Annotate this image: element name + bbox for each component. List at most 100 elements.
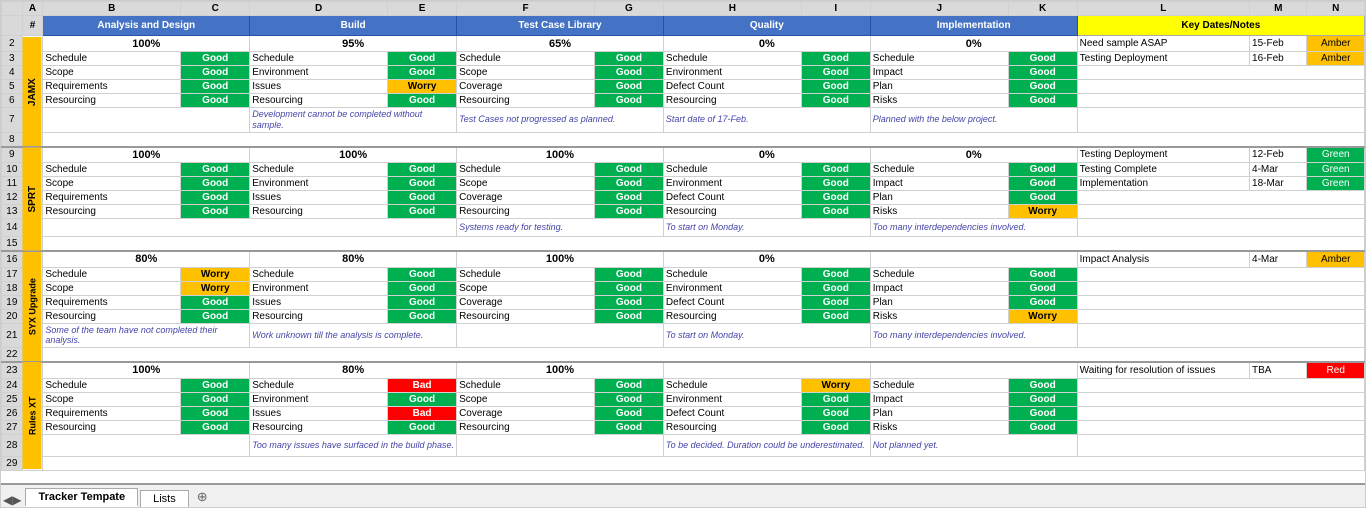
row-1-num (2, 16, 23, 36)
rules-r24-qual-label: Schedule (663, 378, 801, 392)
jamx-r3-impl-status: Good (1008, 52, 1077, 66)
rules-empty-26 (1077, 406, 1364, 420)
header-hash: # (22, 16, 43, 36)
sprt-r11-tcl-label: Scope (457, 177, 595, 191)
sprt-pct-impl: 0% (870, 147, 1077, 163)
rules-r25-tcl-label: Scope (457, 392, 595, 406)
sprt-r11-tcl-status: Good (594, 177, 663, 191)
sprt-r13-build-status: Good (388, 205, 457, 219)
jamx-pct-tcl: 65% (457, 36, 664, 52)
rules-r27-build-status: Good (388, 420, 457, 434)
row-24-num: 24 (2, 378, 23, 392)
sprt-empty-14b (1077, 219, 1364, 237)
rules-r26-tcl-label: Coverage (457, 406, 595, 420)
row-13-num: 13 (2, 205, 23, 219)
sprt-pct-tcl: 100% (457, 147, 664, 163)
sprt-pct-build: 100% (250, 147, 457, 163)
rules-r25-qual-label: Environment (663, 392, 801, 406)
syx-pct-impl (870, 251, 1077, 267)
rules-r26-build-label: Issues (250, 406, 388, 420)
spreadsheet-container: A B C D E F G H I J K L M N (0, 0, 1366, 508)
tab-tracker[interactable]: Tracker Tempate (25, 488, 138, 507)
syx-r20-tcl-status: Good (594, 309, 663, 323)
sprt-r12-qual-label: Defect Count (663, 191, 801, 205)
sprt-r10-ad-status: Good (181, 163, 250, 177)
sprt-date-3: 18-Mar (1250, 177, 1307, 191)
sprt-r12-impl-label: Plan (870, 191, 1008, 205)
row-6-num: 6 (2, 94, 23, 108)
row-7-num: 7 (2, 108, 23, 133)
tab-add-button[interactable]: ⊕ (191, 487, 214, 507)
header-impl: Implementation (870, 16, 1077, 36)
col-i: I (801, 2, 870, 16)
row-11-num: 11 (2, 177, 23, 191)
rules-empty-25 (1077, 392, 1364, 406)
sprt-r10-impl-status: Good (1008, 163, 1077, 177)
row-8-num: 8 (2, 132, 23, 147)
syx-r20-qual-label: Resourcing (663, 309, 801, 323)
jamx-pct-ad: 100% (43, 36, 250, 52)
rules-empty-28b (457, 434, 664, 456)
jamx-r6-impl-label: Risks (870, 94, 1008, 108)
syx-empty-19 (1077, 295, 1364, 309)
rules-note-impl: Not planned yet. (870, 434, 1077, 456)
jamx-r5-qual-label: Defect Count (663, 80, 801, 94)
tab-lists[interactable]: Lists (140, 490, 189, 507)
rules-note-1: Waiting for resolution of issues (1077, 362, 1249, 378)
rules-empty-27 (1077, 420, 1364, 434)
syx-note-qual: To start on Monday. (663, 323, 870, 348)
syx-empty-17 (1077, 267, 1364, 281)
sprt-note-1: Testing Deployment (1077, 147, 1249, 163)
syx-empty-18 (1077, 281, 1364, 295)
tab-scroll-left[interactable]: ◀ (3, 493, 12, 507)
rules-r27-qual-label: Resourcing (663, 420, 801, 434)
jamx-note-2: Testing Deployment (1077, 52, 1249, 66)
sprt-empty-13 (1077, 205, 1364, 219)
sprt-status-3: Green (1307, 177, 1365, 191)
rules-pct-qual (663, 362, 870, 378)
syx-r20-tcl-label: Resourcing (457, 309, 595, 323)
jamx-r4-ad-status: Good (181, 66, 250, 80)
syx-r19-ad-label: Requirements (43, 295, 181, 309)
col-f: F (457, 2, 595, 16)
row-16-num: 16 (2, 251, 23, 267)
row-9-num: 9 (2, 147, 23, 163)
jamx-empty-7 (1077, 108, 1364, 133)
rules-pct-tcl: 100% (457, 362, 664, 378)
syx-r17-impl-label: Schedule (870, 267, 1008, 281)
rules-r27-ad-status: Good (181, 420, 250, 434)
jamx-r6-build-label: Resourcing (250, 94, 388, 108)
syx-r17-ad-label: Schedule (43, 267, 181, 281)
col-d: D (250, 2, 388, 16)
rules-r26-tcl-status: Good (594, 406, 663, 420)
row-4-num: 4 (2, 66, 23, 80)
sprt-note-qual: To start on Monday. (663, 219, 870, 237)
jamx-r3-impl-label: Schedule (870, 52, 1008, 66)
sprt-r11-qual-label: Environment (663, 177, 801, 191)
scroll-area[interactable]: A B C D E F G H I J K L M N (1, 1, 1365, 483)
jamx-r3-build-status: Good (388, 52, 457, 66)
syx-r20-impl-status: Worry (1008, 309, 1077, 323)
jamx-note-4 (1077, 80, 1364, 94)
syx-date-1: 4-Mar (1250, 251, 1307, 267)
jamx-r4-impl-label: Impact (870, 66, 1008, 80)
jamx-r3-tcl-status: Good (594, 52, 663, 66)
jamx-r5-ad-status: Good (181, 80, 250, 94)
rules-empty-24 (1077, 378, 1364, 392)
syx-r18-tcl-label: Scope (457, 281, 595, 295)
sprt-r10-tcl-status: Good (594, 163, 663, 177)
sprt-r13-impl-status: Worry (1008, 205, 1077, 219)
col-l: L (1077, 2, 1249, 16)
syx-r19-impl-status: Good (1008, 295, 1077, 309)
syx-pct-build: 80% (250, 251, 457, 267)
sprt-date-1: 12-Feb (1250, 147, 1307, 163)
rules-status-1: Red (1307, 362, 1365, 378)
rules-pct-impl (870, 362, 1077, 378)
rules-r25-ad-label: Scope (43, 392, 181, 406)
sprt-r12-ad-status: Good (181, 191, 250, 205)
jamx-r3-ad-label: Schedule (43, 52, 181, 66)
header-key-dates: Key Dates/Notes (1077, 16, 1364, 36)
tab-scroll-right[interactable]: ▶ (12, 493, 21, 507)
rules-r24-ad-status: Good (181, 378, 250, 392)
syx-r20-ad-status: Good (181, 309, 250, 323)
